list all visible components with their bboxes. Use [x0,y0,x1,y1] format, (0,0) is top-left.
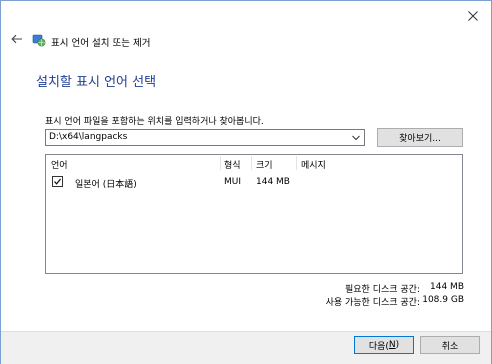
close-icon [468,11,478,21]
browse-button[interactable]: 찾아보기... [377,128,463,147]
back-arrow-icon [11,34,22,44]
next-button[interactable]: 다음(N) [354,336,414,354]
required-space-label: 필요한 디스크 공간: [345,285,420,295]
available-space-label: 사용 가능한 디스크 공간: [325,298,420,308]
list-item[interactable]: 일본어 (日本語) MUI 144 MB [46,174,462,190]
path-combobox[interactable]: D:\x64\langpacks [45,129,365,146]
row-language: 일본어 (日本語) [75,180,137,190]
page-heading: 설치할 표시 언어 선택 [36,75,157,90]
path-value: D:\x64\langpacks [49,132,128,142]
available-space-value: 108.9 GB [422,295,464,305]
nav-title: 표시 언어 설치 또는 제거 [51,38,151,49]
close-button[interactable] [461,6,485,26]
language-checkbox[interactable] [52,176,63,187]
back-button[interactable] [9,31,25,47]
column-header-size[interactable]: 크기 [256,158,273,171]
language-list: 언어 형식 크기 메시지 일본어 (日本語) MUI 144 MB [45,154,463,274]
required-space-value: 144 MB [430,282,464,292]
column-header-message[interactable]: 메시지 [301,158,326,171]
cancel-button[interactable]: 취소 [420,336,480,354]
instruction-text: 표시 언어 파일을 포함하는 위치를 입력하거나 찾아봅니다. [45,117,264,127]
column-header-language[interactable]: 언어 [51,158,68,171]
column-header-format[interactable]: 형식 [224,158,241,171]
dialog-footer [1,331,491,364]
row-format: MUI [224,177,242,187]
chevron-down-icon[interactable] [351,134,361,142]
row-size: 144 MB [256,177,290,187]
dialog-window: 표시 언어 설치 또는 제거 설치할 표시 언어 선택 표시 언어 파일을 포함… [0,0,492,364]
checkmark-icon [54,178,62,185]
list-header: 언어 형식 크기 메시지 [46,155,462,171]
language-globe-icon [32,34,46,47]
